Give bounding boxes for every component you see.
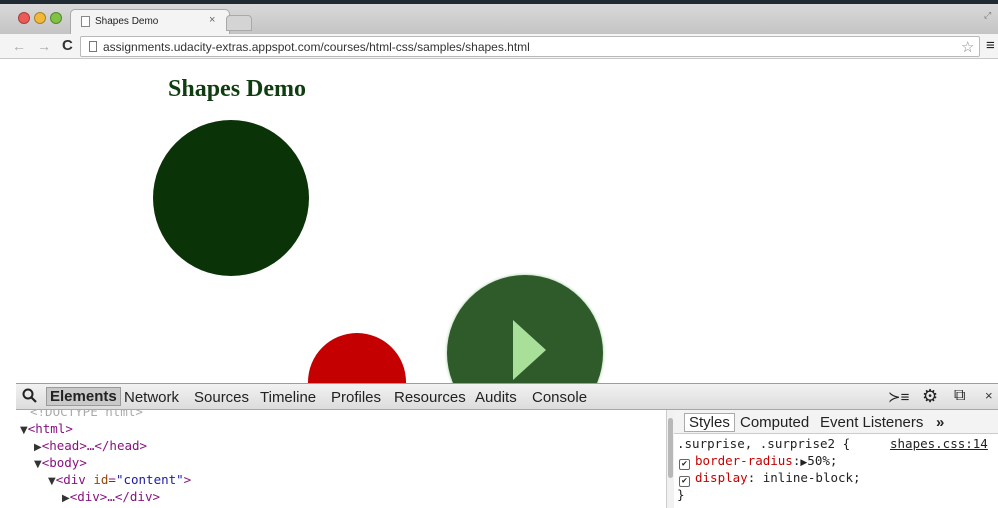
bookmark-star-icon[interactable]: ☆ xyxy=(961,38,974,56)
tab-network[interactable]: Network xyxy=(124,389,179,406)
browser-titlebar: Shapes Demo × ⤢ xyxy=(0,0,998,34)
rule-close-brace: } xyxy=(677,487,685,502)
zoom-window-button[interactable] xyxy=(50,12,62,24)
page-viewport: Shapes Demo xyxy=(16,60,998,383)
tab-sources[interactable]: Sources xyxy=(194,389,249,406)
css-property[interactable]: ✔ display: inline-block; xyxy=(679,470,861,487)
rule-selector[interactable]: .surprise, .surprise2 { xyxy=(677,436,850,451)
page-title: Shapes Demo xyxy=(168,76,307,102)
elements-tree: <!DOCTYPE html> ▼<html> ▶<head>…</head> … xyxy=(16,410,666,508)
page-icon xyxy=(81,16,90,27)
url-text[interactable]: assignments.udacity-extras.appspot.com/c… xyxy=(103,40,530,54)
devtools-panel: Elements Network Sources Timeline Profil… xyxy=(16,383,998,508)
expanded-arrow-icon[interactable]: ▼ xyxy=(20,425,28,436)
styles-sidebar: Styles Computed Event Listeners » .surpr… xyxy=(674,410,998,508)
tab-computed[interactable]: Computed xyxy=(740,414,809,431)
browser-toolbar: ← → C assignments.udacity-extras.appspot… xyxy=(0,34,998,59)
tree-node-child-div[interactable]: ▶<div>…</div> xyxy=(62,489,160,504)
tree-node-div-content[interactable]: ▼<div id="content"> xyxy=(48,472,191,487)
panel-scrollbar[interactable] xyxy=(666,410,674,508)
tab-title: Shapes Demo xyxy=(95,16,159,27)
new-tab-button[interactable] xyxy=(226,15,252,31)
minimize-window-button[interactable] xyxy=(34,12,46,24)
play-button[interactable] xyxy=(447,275,603,383)
gear-icon[interactable]: ⚙ xyxy=(922,386,938,407)
tab-audits[interactable]: Audits xyxy=(475,389,517,406)
address-bar[interactable]: assignments.udacity-extras.appspot.com/c… xyxy=(80,36,980,57)
property-checkbox[interactable]: ✔ xyxy=(679,476,690,487)
tab-timeline[interactable]: Timeline xyxy=(260,389,316,406)
browser-tab[interactable]: Shapes Demo × xyxy=(70,9,230,34)
styles-tabs: Styles Computed Event Listeners » xyxy=(674,410,998,434)
tree-node-body[interactable]: ▼<body> xyxy=(34,455,87,470)
expanded-arrow-icon[interactable]: ▼ xyxy=(48,476,56,487)
tree-doctype[interactable]: <!DOCTYPE html> xyxy=(30,410,143,419)
tree-node-head[interactable]: ▶<head>…</head> xyxy=(34,438,147,453)
console-drawer-icon[interactable]: ≻≡ xyxy=(888,388,909,406)
property-checkbox[interactable]: ✔ xyxy=(679,459,690,470)
forward-icon[interactable]: → xyxy=(37,38,51,54)
tab-close-icon[interactable]: × xyxy=(209,14,215,26)
search-icon[interactable] xyxy=(22,388,37,407)
dock-icon[interactable]: ⧉ xyxy=(954,387,965,405)
back-icon[interactable]: ← xyxy=(12,38,26,54)
css-property[interactable]: ✔ border-radius:▶50%; xyxy=(679,453,837,470)
menu-icon[interactable]: ≡ xyxy=(986,37,995,54)
dark-green-circle xyxy=(153,120,309,276)
tree-node-html[interactable]: ▼<html> xyxy=(20,421,73,436)
expanded-arrow-icon[interactable]: ▼ xyxy=(34,459,42,470)
tab-resources[interactable]: Resources xyxy=(394,389,466,406)
collapsed-arrow-icon[interactable]: ▶ xyxy=(34,442,42,453)
tab-event-listeners[interactable]: Event Listeners xyxy=(820,414,923,431)
devtools-toolbar: Elements Network Sources Timeline Profil… xyxy=(16,383,998,410)
more-tabs-icon[interactable]: » xyxy=(936,414,944,431)
collapsed-arrow-icon[interactable]: ▶ xyxy=(62,493,70,504)
fullscreen-icon[interactable]: ⤢ xyxy=(984,10,991,21)
rule-source-link[interactable]: shapes.css:14 xyxy=(890,436,988,451)
play-icon xyxy=(513,320,546,380)
tab-elements[interactable]: Elements xyxy=(46,387,121,406)
tab-profiles[interactable]: Profiles xyxy=(331,389,381,406)
tab-styles[interactable]: Styles xyxy=(684,413,735,432)
scrollbar-thumb[interactable] xyxy=(668,418,673,478)
tab-console[interactable]: Console xyxy=(532,389,587,406)
reload-icon[interactable]: C xyxy=(62,37,73,54)
red-circle xyxy=(308,333,406,383)
document-icon xyxy=(89,41,97,52)
close-window-button[interactable] xyxy=(18,12,30,24)
close-icon[interactable]: × xyxy=(985,388,993,403)
